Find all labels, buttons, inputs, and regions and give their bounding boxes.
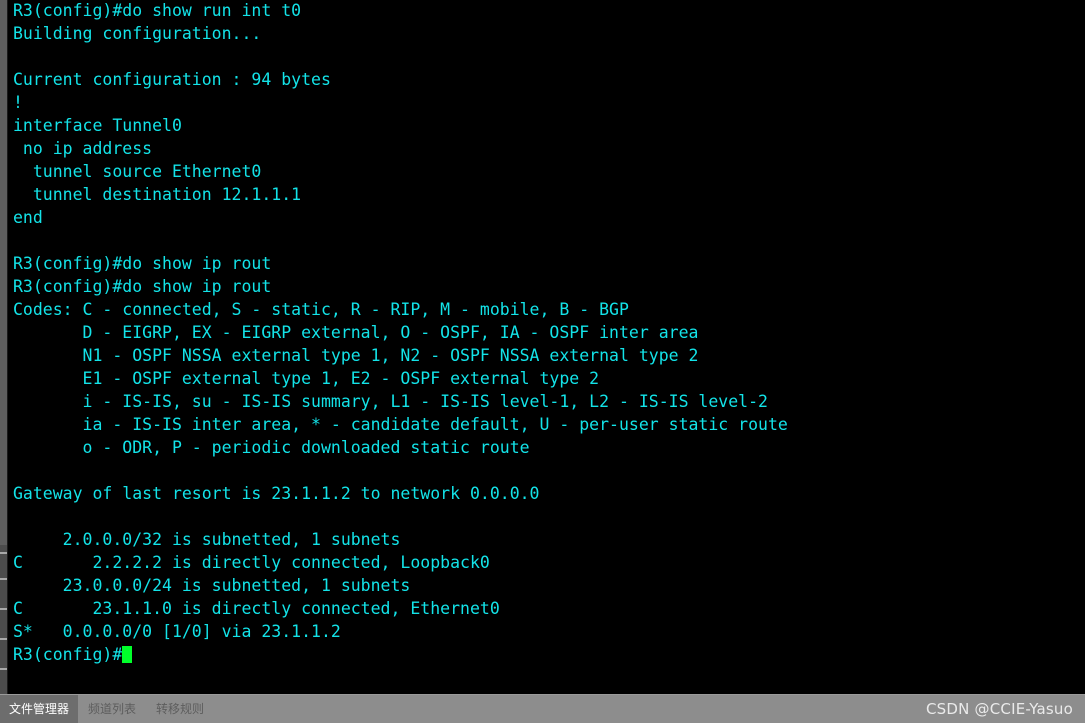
terminal-line: interface Tunnel0 [13,116,182,135]
vertical-scrollbar-thumb[interactable] [0,0,7,545]
scrollbar-tick [0,608,7,610]
taskbar-tab-transfer-rules[interactable]: 转移规则 [146,695,214,723]
text-cursor [122,646,133,663]
terminal-line: Codes: C - connected, S - static, R - RI… [13,300,629,319]
terminal-line: D - EIGRP, EX - EIGRP external, O - OSPF… [13,323,699,342]
terminal-line: tunnel destination 12.1.1.1 [13,185,302,204]
terminal-line: R3(config)#do show ip rout [13,277,272,296]
terminal-prompt-line[interactable]: R3(config)# [13,643,1073,666]
terminal-line: ! [13,93,23,112]
scrollbar-tick [0,638,7,640]
terminal-line: Building configuration... [13,24,262,43]
scrollbar-tick [0,668,7,670]
terminal-line: 23.0.0.0/24 is subnetted, 1 subnets [13,576,411,595]
terminal-line: tunnel source Ethernet0 [13,162,262,181]
terminal-line: Current configuration : 94 bytes [13,70,331,89]
screenshot-root: R3(config)# R3(config)#do show run int t… [0,0,1085,723]
vertical-scrollbar-track[interactable] [0,0,8,694]
terminal-line: R3(config)#do show run int t0 [13,1,302,20]
terminal-line: ia - IS-IS inter area, * - candidate def… [13,415,788,434]
terminal-line: i - IS-IS, su - IS-IS summary, L1 - IS-I… [13,392,768,411]
terminal-line: 2.0.0.0/32 is subnetted, 1 subnets [13,530,401,549]
taskbar: 文件管理器 频道列表 转移规则 CSDN @CCIE-Yasuo [0,694,1085,723]
terminal-prompt: R3(config)# [13,645,123,664]
terminal-screen[interactable]: R3(config)# R3(config)#do show run int t… [13,0,1073,694]
taskbar-tab-file-manager[interactable]: 文件管理器 [0,695,79,723]
scrollbar-tick [0,578,7,580]
terminal-line: S* 0.0.0.0/0 [1/0] via 23.1.1.2 [13,622,341,641]
terminal-line: R3(config)#do show ip rout [13,254,272,273]
watermark-label: CSDN @CCIE-Yasuo [925,700,1073,718]
terminal-line: N1 - OSPF NSSA external type 1, N2 - OSP… [13,346,699,365]
scrollbar-tick [0,552,7,554]
terminal-line: C 2.2.2.2 is directly connected, Loopbac… [13,553,490,572]
terminal-line: o - ODR, P - periodic downloaded static … [13,438,530,457]
terminal-window[interactable]: R3(config)# R3(config)#do show run int t… [0,0,1085,694]
terminal-line: E1 - OSPF external type 1, E2 - OSPF ext… [13,369,600,388]
terminal-line: C 23.1.1.0 is directly connected, Ethern… [13,599,500,618]
terminal-line: Gateway of last resort is 23.1.1.2 to ne… [13,484,540,503]
terminal-line: no ip address [13,139,153,158]
terminal-line: end [13,208,43,227]
taskbar-spacer [214,695,926,723]
taskbar-tab-channel-list[interactable]: 频道列表 [78,695,146,723]
